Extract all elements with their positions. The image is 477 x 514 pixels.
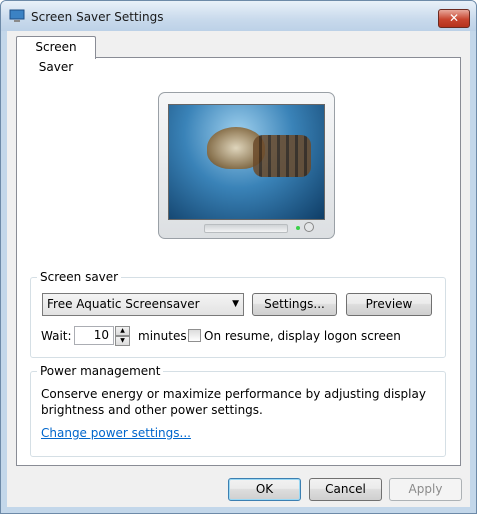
apply-button[interactable]: Apply: [389, 478, 462, 501]
close-icon: ✕: [448, 11, 460, 25]
power-management-group: Power management Conserve energy or maxi…: [30, 364, 446, 457]
wait-minutes-spinner[interactable]: ▲ ▼: [115, 326, 130, 346]
wait-minutes-input[interactable]: 10: [74, 326, 114, 345]
ok-button[interactable]: OK: [228, 478, 301, 501]
settings-button[interactable]: Settings...: [252, 293, 337, 316]
resume-logon-checkbox[interactable]: [188, 329, 201, 342]
dialog-client-area: Screen Saver Screen saver Free Aquatic S…: [7, 31, 470, 507]
wait-label: Wait:: [41, 329, 72, 343]
screen-saver-group: Screen saver Free Aquatic Screensaver ▼ …: [30, 270, 446, 358]
preview-monitor: [158, 92, 335, 239]
display-settings-icon: [9, 9, 25, 22]
power-led-icon: [296, 226, 300, 230]
spin-up-icon[interactable]: ▲: [115, 326, 130, 336]
spin-down-icon[interactable]: ▼: [115, 336, 130, 346]
screen-saver-group-legend: Screen saver: [37, 270, 122, 284]
resume-logon-label[interactable]: On resume, display logon screen: [204, 329, 401, 343]
change-power-settings-link[interactable]: Change power settings...: [41, 426, 191, 440]
window-title: Screen Saver Settings: [31, 10, 164, 24]
power-description-line1: Conserve energy or maximize performance …: [41, 387, 426, 401]
minutes-label: minutes: [138, 329, 187, 343]
screen-saver-settings-window: Screen Saver Settings ✕ Screen Saver Scr…: [0, 0, 477, 514]
monitor-base: [204, 224, 288, 233]
chevron-down-icon: ▼: [232, 299, 239, 309]
preview-button[interactable]: Preview: [346, 293, 432, 316]
title-bar[interactable]: Screen Saver Settings ✕: [1, 1, 476, 31]
screen-saver-select[interactable]: Free Aquatic Screensaver ▼: [42, 293, 244, 316]
tab-screen-saver[interactable]: Screen Saver: [16, 36, 96, 74]
power-description-line2: brightness and other power settings.: [41, 403, 263, 417]
power-management-legend: Power management: [37, 364, 164, 378]
selected-saver: Free Aquatic Screensaver: [47, 297, 200, 311]
power-button-icon: [304, 222, 314, 232]
cancel-button[interactable]: Cancel: [309, 478, 382, 501]
preview-screen-image: [168, 104, 325, 220]
jellyfish-tentacles: [253, 135, 311, 177]
screen-saver-tab-panel: Screen saver Free Aquatic Screensaver ▼ …: [16, 57, 461, 466]
close-button[interactable]: ✕: [438, 9, 470, 28]
